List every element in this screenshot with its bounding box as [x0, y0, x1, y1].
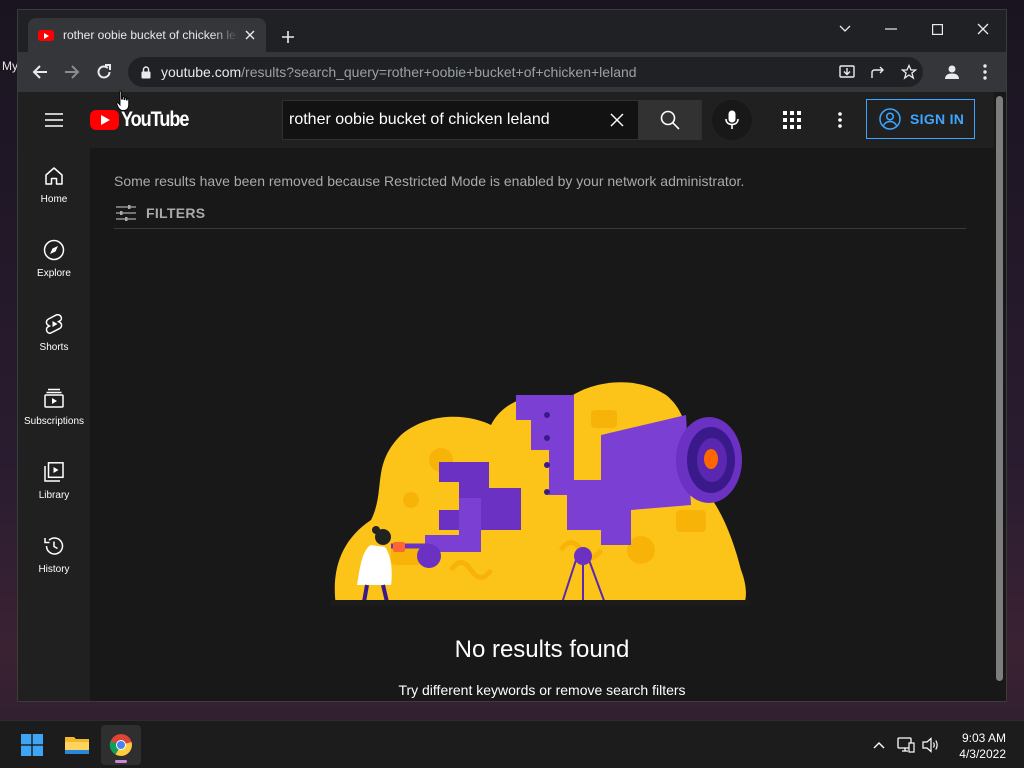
tab-search-chevron-icon[interactable]	[822, 14, 868, 44]
back-button[interactable]	[26, 58, 54, 86]
guide-item-subscriptions[interactable]: Subscriptions	[18, 370, 90, 444]
page-viewport: YouTube rother oobie bucket of chicken l…	[18, 92, 1006, 701]
share-icon[interactable]	[866, 60, 890, 84]
search-icon	[660, 110, 680, 130]
clock-time: 9:03 AM	[961, 731, 1006, 745]
filters-sliders-icon	[114, 201, 138, 225]
clock-date: 4/3/2022	[959, 747, 1006, 761]
active-app-indicator	[115, 760, 127, 763]
file-explorer-icon[interactable]	[57, 725, 97, 765]
no-results-illustration	[331, 382, 751, 606]
account-circle-icon	[879, 108, 901, 130]
youtube-header: YouTube rother oobie bucket of chicken l…	[18, 92, 994, 148]
microphone-icon	[725, 110, 739, 129]
show-hidden-icons-chevron-up-icon[interactable]	[869, 733, 889, 757]
chrome-icon[interactable]	[101, 725, 141, 765]
restricted-mode-notice: Some results have been removed because R…	[114, 173, 745, 189]
network-icon[interactable]	[896, 733, 916, 757]
no-results-subtitle: Try different keywords or remove search …	[398, 682, 686, 698]
guide-item-shorts[interactable]: Shorts	[18, 296, 90, 370]
volume-icon[interactable]	[921, 733, 941, 757]
guide-sidebar: Home Explore Shorts Subscriptions Librar…	[18, 148, 90, 701]
address-bar[interactable]: youtube.com/results?search_query=rother+…	[128, 57, 923, 87]
filters-button[interactable]: FILTERS	[114, 201, 205, 225]
guide-item-library[interactable]: Library	[18, 444, 90, 518]
new-tab-button[interactable]	[276, 25, 300, 49]
minimize-button[interactable]	[868, 14, 914, 44]
no-results-title: No results found	[454, 636, 630, 663]
browser-menu-icon[interactable]	[971, 58, 999, 86]
compass-icon	[42, 238, 66, 262]
hand-cursor-icon	[116, 90, 130, 111]
search-box[interactable]	[282, 100, 638, 140]
windows-taskbar: 9:03 AM 4/3/2022	[0, 720, 1024, 768]
tab-title: rother oobie bucket of chicken leland	[63, 28, 238, 42]
close-window-button[interactable]	[960, 14, 1006, 44]
shorts-icon	[42, 312, 66, 336]
windows-start-icon[interactable]	[12, 725, 52, 765]
search-button[interactable]	[638, 100, 702, 140]
youtube-icon	[38, 29, 54, 41]
browser-tab[interactable]: rother oobie bucket of chicken leland	[28, 18, 266, 52]
url-text[interactable]: youtube.com/results?search_query=rother+…	[161, 64, 637, 80]
bookmark-star-icon[interactable]	[897, 60, 921, 84]
tab-strip: rother oobie bucket of chicken leland	[18, 10, 1006, 52]
search-input[interactable]	[289, 111, 589, 129]
browser-toolbar: youtube.com/results?search_query=rother+…	[18, 52, 1006, 92]
search-results: Some results have been removed because R…	[90, 148, 994, 701]
guide-item-history[interactable]: History	[18, 518, 90, 592]
settings-more-icon[interactable]	[824, 104, 856, 136]
guide-item-explore[interactable]: Explore	[18, 222, 90, 296]
voice-search-button[interactable]	[712, 100, 752, 140]
lock-icon[interactable]	[140, 65, 152, 79]
library-icon	[42, 460, 66, 484]
subscriptions-icon	[42, 386, 66, 410]
reload-button[interactable]	[90, 58, 118, 86]
install-app-icon[interactable]	[835, 60, 859, 84]
clear-search-icon[interactable]	[606, 109, 628, 131]
filters-divider	[114, 228, 966, 229]
forward-button[interactable]	[58, 58, 86, 86]
maximize-button[interactable]	[914, 14, 960, 44]
page-scrollbar[interactable]	[994, 92, 1006, 701]
system-clock[interactable]: 9:03 AM 4/3/2022	[959, 730, 1006, 762]
browser-window: rother oobie bucket of chicken leland	[17, 9, 1007, 702]
desktop-icon-label[interactable]: My	[2, 59, 18, 73]
hamburger-menu-icon[interactable]	[42, 108, 66, 132]
sign-in-button[interactable]: SIGN IN	[866, 99, 975, 139]
history-icon	[42, 534, 66, 558]
youtube-play-icon	[90, 110, 119, 130]
profile-icon[interactable]	[938, 58, 966, 86]
home-icon	[42, 164, 66, 188]
tab-close-icon[interactable]	[242, 27, 258, 43]
guide-item-home[interactable]: Home	[18, 148, 90, 222]
youtube-logo[interactable]: YouTube	[90, 108, 199, 132]
apps-grid-icon[interactable]	[776, 104, 808, 136]
scrollbar-thumb[interactable]	[996, 96, 1003, 681]
